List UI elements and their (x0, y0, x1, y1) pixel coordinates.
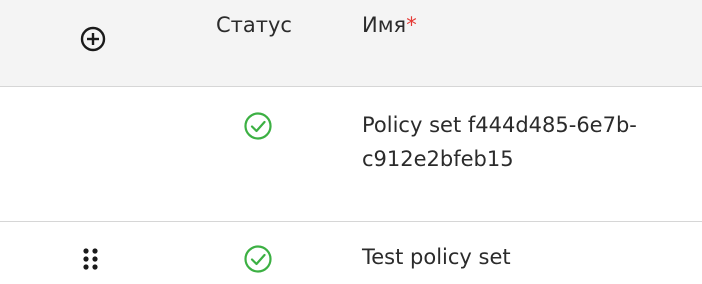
policy-sets-table: Статус Имя* Policy set f444d485-6e7b- c9… (0, 0, 702, 284)
add-row-button[interactable] (79, 25, 107, 53)
policy-set-name-line: Policy set f444d485-6e7b- (362, 113, 637, 137)
table-row[interactable]: Policy set f444d485-6e7b- c912e2bfeb15 (0, 87, 702, 222)
required-marker: * (406, 13, 417, 37)
success-check-icon (244, 245, 272, 273)
table-header: Статус Имя* (0, 0, 702, 87)
table-row[interactable]: Test policy set (0, 222, 702, 284)
success-check-icon (244, 112, 272, 140)
policy-set-name[interactable]: Policy set f444d485-6e7b- c912e2bfeb15 (362, 108, 637, 176)
column-header-status[interactable]: Статус (216, 12, 292, 38)
policy-set-name-line: c912e2bfeb15 (362, 147, 514, 171)
column-header-name-label: Имя (362, 13, 407, 37)
policy-set-name[interactable]: Test policy set (362, 240, 511, 274)
drag-handle-icon[interactable] (80, 246, 102, 272)
column-header-name[interactable]: Имя* (362, 12, 417, 38)
plus-circle-icon (80, 26, 106, 52)
